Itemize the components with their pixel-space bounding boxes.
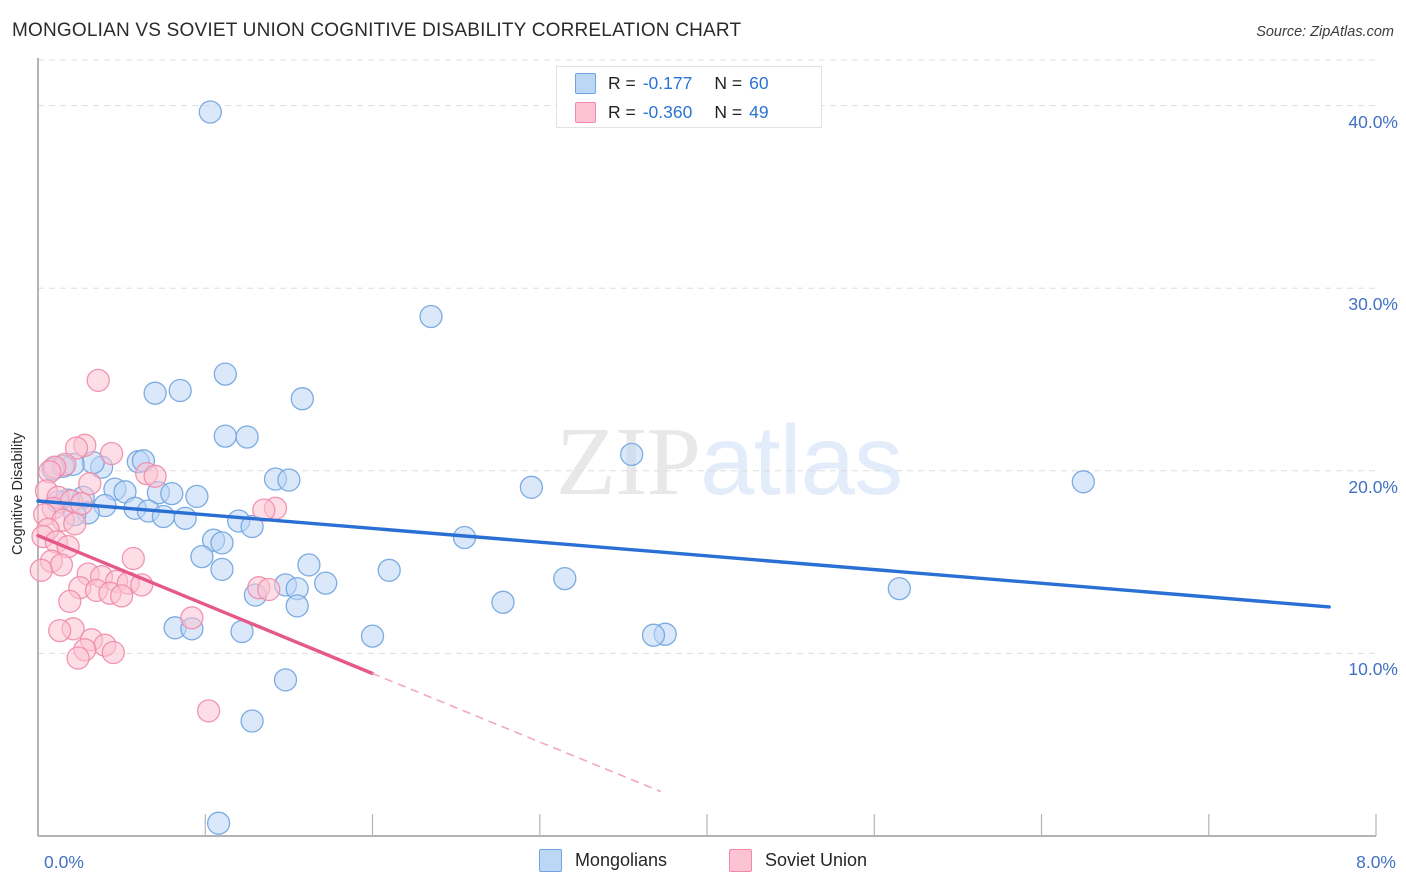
data-point — [198, 100, 222, 124]
data-point — [210, 557, 234, 582]
data-point — [63, 512, 87, 536]
data-point — [190, 544, 214, 569]
data-point — [180, 606, 204, 630]
legend-r-value: -0.360 — [642, 102, 693, 122]
data-point — [185, 484, 209, 509]
data-point — [29, 558, 53, 582]
data-point — [277, 468, 301, 492]
series-swatch-soviet-union — [729, 849, 752, 872]
data-point — [620, 442, 644, 467]
data-point — [297, 553, 321, 577]
data-point — [290, 387, 314, 411]
data-point — [1071, 470, 1095, 494]
trendline-extension-soviet-union — [371, 672, 662, 793]
y-tick-label: 20.0% — [1348, 476, 1398, 497]
data-point — [66, 646, 90, 670]
data-point — [168, 378, 192, 403]
data-point — [314, 571, 338, 595]
y-tick-label: 10.0% — [1348, 659, 1398, 680]
scatter-plot-area — [29, 58, 1377, 837]
data-point — [109, 584, 134, 608]
data-point — [121, 546, 145, 571]
legend-n-label: N = — [714, 102, 743, 122]
legend-n-value: 60 — [749, 73, 769, 93]
series-legend-label: Soviet Union — [765, 850, 868, 870]
correlation-chart: MONGOLIAN VS SOVIET UNION COGNITIVE DISA… — [0, 0, 1406, 892]
data-point — [491, 590, 515, 614]
data-point — [206, 811, 231, 835]
series-points-mongolians — [41, 100, 1095, 835]
data-point — [49, 553, 74, 577]
data-point — [151, 504, 176, 529]
series-legend-item-mongolians[interactable]: Mongolians — [538, 849, 667, 872]
data-point — [86, 368, 110, 393]
series-legend-item-soviet-union[interactable]: Soviet Union — [729, 849, 867, 872]
data-point — [641, 623, 666, 647]
data-point — [377, 558, 401, 582]
data-point — [519, 475, 544, 499]
data-point — [58, 589, 82, 614]
series-legend: Mongolians Soviet Union — [0, 849, 1406, 872]
legend-r-label: R = — [608, 73, 636, 93]
data-point — [213, 362, 237, 386]
series-swatch-mongolians — [538, 849, 562, 872]
data-point — [99, 441, 124, 466]
legend-r-value: -0.177 — [642, 73, 693, 93]
legend-swatch-mongolians — [575, 73, 596, 94]
y-tick-label: 40.0% — [1348, 111, 1398, 132]
data-point — [887, 576, 911, 601]
data-point — [553, 566, 577, 591]
data-point — [257, 577, 281, 602]
series-points-soviet-union — [29, 368, 288, 723]
data-point — [38, 460, 62, 484]
data-point — [160, 481, 184, 506]
legend-row-soviet-union: R = -0.360 N = 49 — [557, 98, 821, 127]
data-point — [101, 640, 125, 665]
data-point — [273, 668, 298, 692]
data-point — [143, 381, 167, 405]
data-point — [240, 709, 264, 733]
data-point — [78, 471, 102, 496]
legend-swatch-soviet-union — [575, 102, 596, 123]
data-point — [48, 618, 72, 643]
data-point — [213, 424, 237, 448]
data-point — [210, 531, 234, 555]
data-point — [196, 699, 221, 723]
data-point — [235, 425, 259, 449]
correlation-legend: R = -0.177 N = 60 R = -0.360 N = 49 — [556, 66, 822, 128]
data-point — [360, 624, 385, 648]
data-point — [173, 506, 197, 530]
data-point — [285, 594, 309, 618]
legend-n-label: N = — [714, 73, 743, 93]
y-tick-label: 30.0% — [1348, 294, 1398, 315]
data-point — [419, 304, 443, 329]
trendline-mongolians — [36, 499, 1331, 609]
legend-r-label: R = — [608, 102, 636, 122]
legend-row-mongolians: R = -0.177 N = 60 — [557, 69, 821, 98]
legend-n-value: 49 — [749, 102, 769, 122]
series-legend-label: Mongolians — [574, 850, 667, 870]
data-point — [143, 464, 167, 488]
